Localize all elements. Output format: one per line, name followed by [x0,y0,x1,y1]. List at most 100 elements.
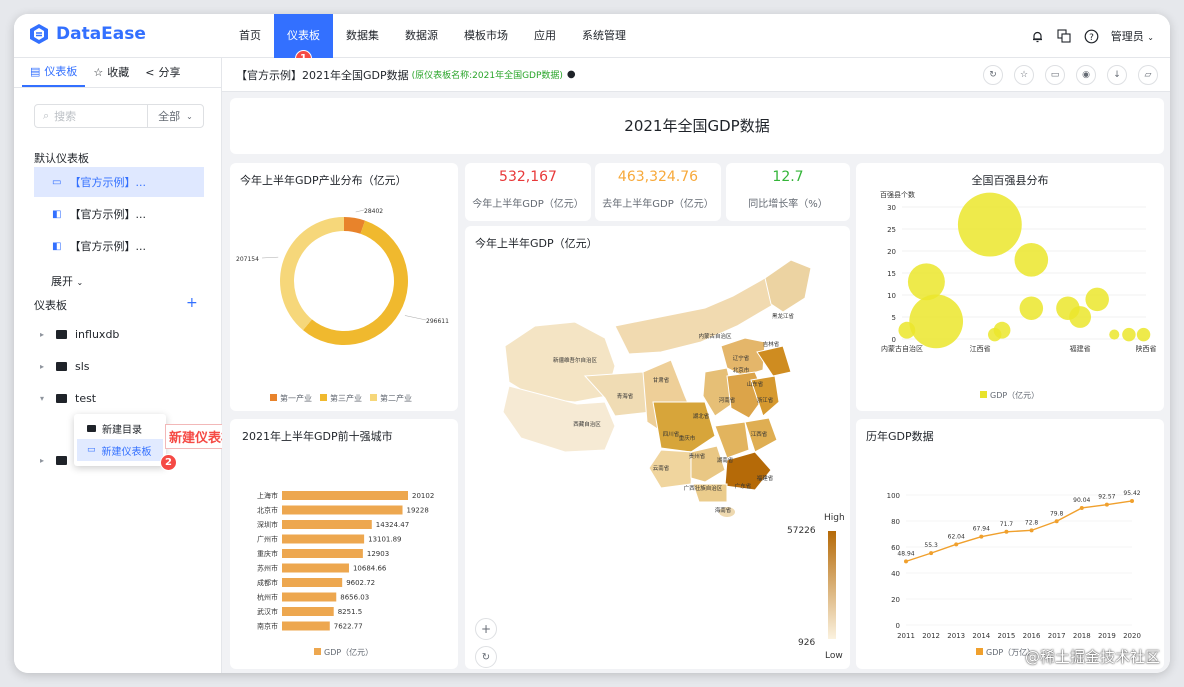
y-tick-label: 25 [887,226,896,234]
data-label: 72.8 [1025,519,1039,526]
folder-icon [56,456,67,465]
data-point [1079,505,1084,510]
china-map: 黑龙江省吉林省辽宁省 内蒙古自治区新疆维吾尔自治区西藏自治区 青海省 甘肃省四川省云南… [502,259,836,639]
nav-datasource[interactable]: 数据源 [392,14,451,58]
folder-move-icon[interactable]: ▱ [1138,65,1158,85]
main-nav: 首页 仪表板 数据集 数据源 模板市场 应用 系统管理 [226,14,639,58]
bar-chart: 上海市 20102 北京市 19228 深圳市 14324.47 广州市 13101.89 重庆… [257,491,434,631]
nav-dataset[interactable]: 数据集 [333,14,392,58]
search-filter-select[interactable]: 全部 ⌄ [147,105,203,127]
tree-folder[interactable]: ▾ test [40,392,96,405]
province-label: 内蒙古自治区 [698,332,732,340]
nav-template-market[interactable]: 模板市场 [451,14,521,58]
language-icon[interactable] [1057,29,1072,44]
svg-text:?: ? [1089,33,1094,43]
reset-view-icon[interactable]: ↻ [475,646,497,668]
tab-label: 分享 [158,65,181,79]
expand-toggle[interactable]: 展开 ⌄ [51,273,83,289]
nav-home[interactable]: 首页 [226,14,274,58]
bar-value-label: 10684.66 [353,565,387,573]
data-label: 62.04 [948,533,965,540]
bubble [957,192,1022,257]
data-point [1029,528,1034,533]
search-box: ⌕ 搜索 全部 ⌄ [34,104,204,128]
bar-value-label: 8251.5 [338,608,363,616]
x-tick-label: 2017 [1048,632,1066,640]
tab-dashboards[interactable]: ▤ 仪表板 [22,58,86,87]
x-tick-label: 2012 [922,632,940,640]
x-tick-label: 2011 [897,632,915,640]
province-label: 海南省 [715,506,732,514]
help-icon[interactable]: ? [1084,29,1099,44]
x-tick-label: 福建省 [1070,344,1091,353]
tree-folder[interactable]: ▸ [40,456,67,465]
province-label: 重庆市 [679,434,696,442]
map-legend-low: Low [825,651,843,661]
preview-eye-icon[interactable]: ◉ [1076,65,1096,85]
bar [282,578,343,587]
legend-label: 第一产业 [280,394,312,403]
province-label: 甘肃省 [653,376,670,384]
document-icon: ▤ [30,64,41,78]
legend-item: 第一产业 [270,393,312,404]
category-label: 上海市 [257,491,278,500]
download-icon[interactable]: ↓ [1107,65,1127,85]
y-tick-label: 20 [891,596,900,604]
zoom-in-icon[interactable]: + [475,618,497,640]
legend-label: 第二产业 [380,394,412,403]
province-label: 云南省 [653,464,670,472]
province-label: 广东省 [735,482,752,490]
folder-icon [87,424,96,432]
search-input[interactable]: ⌕ 搜索 [35,108,147,124]
x-tick-label: 2018 [1073,632,1091,640]
nav-apps[interactable]: 应用 [521,14,569,58]
bubble [993,321,1011,339]
user-menu[interactable]: 管理员 ⌄ [1111,28,1154,44]
bar-value-label: 13101.89 [368,536,401,544]
legend-gradient-bar [828,531,836,639]
folder-icon [56,394,67,403]
data-point [979,534,984,539]
original-name: (原仪表板名称:2021年全国GDP数据) [411,71,563,81]
present-icon[interactable]: ▭ [1045,65,1065,85]
data-label: 79.8 [1050,510,1064,517]
menu-new-dashboard[interactable]: ▭ 新建仪表板 [77,439,163,461]
search-icon: ⌕ [43,109,50,122]
province-label: 黑龙江省 [772,312,795,320]
default-dashboard-item[interactable]: ◧ 【官方示例】... [34,231,204,261]
top-navbar: DataEase 首页 仪表板 数据集 数据源 模板市场 应用 系统管理 ? 管… [14,14,1170,58]
province-label: 贵州省 [689,452,706,460]
tab-shared[interactable]: < 分享 [137,58,188,87]
tab-favorites[interactable]: ☆ 收藏 [85,58,137,87]
tree-folder[interactable]: ▸ sls [40,360,90,373]
y-axis-title: 百强县个数 [880,190,915,199]
menu-new-folder[interactable]: 新建目录 [77,417,163,439]
dashboard-icon: ▭ [52,176,62,188]
notification-icon[interactable] [1030,29,1045,44]
category-label: 杭州市 [257,593,278,602]
legend-item: 第三产业 [320,393,362,404]
bar [282,520,372,529]
scatter-chart-card: 全国百强县分布 百强县个数 0 5 10 15 20 25 30 内蒙古自治区 江西省 福建省 陕西省… [856,163,1164,411]
province-label: 湖北省 [693,412,710,420]
label-leader [355,209,365,213]
category-label: 深圳市 [257,520,278,529]
tree-folder[interactable]: ▸ influxdb [40,328,119,341]
x-tick-label: 内蒙古自治区 [881,344,923,353]
add-dashboard-button[interactable]: + [186,295,198,311]
menu-label: 新建仪表板 [101,446,152,458]
brand-logo[interactable]: DataEase [28,23,146,45]
item-label: 【官方示例】... [69,208,146,221]
star-icon[interactable]: ☆ [1014,65,1034,85]
share-icon: < [145,65,155,79]
chart-title: 历年GDP数据 [866,430,934,443]
y-tick-label: 20 [887,248,896,256]
label-leader [404,315,427,321]
x-tick-label: 2020 [1123,632,1141,640]
default-dashboard-item[interactable]: ◧ 【官方示例】... [34,199,204,229]
x-tick-label: 2015 [998,632,1016,640]
search-placeholder: 搜索 [54,110,77,123]
default-dashboard-item[interactable]: ▭ 【官方示例】... [34,167,204,197]
refresh-icon[interactable]: ↻ [983,65,1003,85]
nav-system[interactable]: 系统管理 [569,14,639,58]
